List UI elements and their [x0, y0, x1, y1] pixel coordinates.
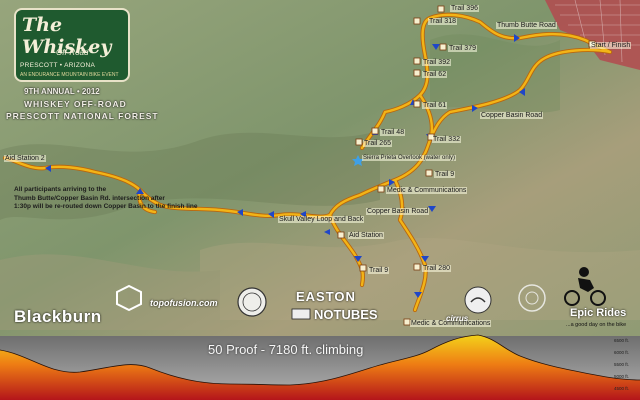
elevation-tick: 6000 ft. — [614, 350, 630, 355]
label-trail-48: Trail 48 — [380, 129, 406, 136]
elevation-tick: 6500 ft. — [614, 338, 630, 343]
sponsor-notubes: NOTUBES — [314, 307, 378, 322]
sponsor-easton: EASTON — [296, 289, 356, 304]
trail-marker — [377, 185, 385, 193]
trail-marker — [371, 127, 379, 135]
label-medic-communications-1: Medic & Communications — [386, 187, 468, 194]
label-trail-332: Trail 332 — [432, 136, 461, 143]
trail-marker — [413, 69, 421, 77]
notubes-badge — [291, 308, 311, 320]
label-skull-valley: Skull Valley Loop and Back — [278, 216, 365, 223]
label-start-finish: Start / Finish — [590, 42, 632, 49]
label-trail-379: Trail 379 — [448, 45, 477, 52]
label-copper-basin-road-2: Copper Basin Road — [366, 208, 430, 215]
sponsor-epic-rides: Epic Rides — [570, 307, 627, 319]
event-name: WHISKEY OFF-ROAD — [24, 99, 127, 109]
label-trail-392: Trail 392 — [422, 59, 451, 66]
logo-tagline: AN ENDURANCE MOUNTAIN BIKE EVENT — [20, 72, 119, 78]
sponsor-cirrus: cirrus — [446, 314, 469, 323]
label-aid-station: Aid Station — [348, 232, 384, 239]
label-trail-61: Trail 61 — [422, 102, 448, 109]
label-trail-265: Trail 265 — [363, 140, 392, 147]
cirrus-logo-icon — [464, 286, 492, 314]
reroute-note-line: All participants arriving to the — [14, 186, 107, 193]
label-copper-basin-road-1: Copper Basin Road — [480, 112, 544, 119]
trail-marker — [413, 263, 421, 271]
trail-marker — [413, 57, 421, 65]
trail-marker — [437, 5, 445, 13]
elevation-scale: 6500 ft. 6000 ft. 5500 ft. 5000 ft. 4500… — [614, 338, 640, 398]
label-trail-9: Trail 9 — [434, 171, 456, 178]
label-trail-396: Trail 396 — [450, 5, 479, 12]
elevation-tick: 5500 ft. — [614, 362, 630, 367]
trail-marker — [355, 138, 363, 146]
event-edition: 9TH ANNUAL • 2012 — [24, 87, 100, 96]
label-thumb-butte-road: Thumb Butte Road — [496, 22, 557, 29]
sponsor-topofusion: topofusion.com — [150, 298, 218, 308]
trail-marker — [359, 264, 367, 272]
reroute-note: All participants arriving to the Thumb B… — [14, 186, 234, 212]
elevation-tick: 5000 ft. — [614, 374, 630, 379]
reroute-note-line: 1:30p will be re-routed down Copper Basi… — [14, 203, 198, 210]
logo-subtitle: Off-Road — [56, 48, 89, 57]
label-trail-62: Trail 62 — [422, 71, 448, 78]
label-aid-station-2: Aid Station 2 — [4, 155, 46, 162]
sponsor-epic-tagline: ...a good day on the bike — [566, 322, 627, 328]
logo-location: PRESCOTT • ARIZONA — [20, 62, 96, 69]
whiskey-logo: The Whiskey Off-Road PRESCOTT • ARIZONA … — [14, 8, 130, 82]
elevation-tick: 4500 ft. — [614, 386, 630, 391]
label-sierra-prieta-overlook: Sierra Prieta Overlook (water only) — [362, 155, 457, 161]
trail-marker — [439, 43, 447, 51]
brewery-seal-icon — [237, 287, 267, 317]
sponsor-blackburn: Blackburn — [14, 307, 102, 326]
label-trail-280: Trail 280 — [422, 265, 451, 272]
label-trail-9-south: Trail 9 — [368, 267, 390, 274]
trail-marker — [413, 100, 421, 108]
trail-marker — [337, 231, 345, 239]
label-trail-318: Trail 318 — [428, 18, 457, 25]
profile-title: 50 Proof - 7180 ft. climbing — [208, 342, 364, 357]
event-location: PRESCOTT NATIONAL FOREST — [6, 111, 159, 121]
trail-marker — [413, 17, 421, 25]
trail-marker — [425, 169, 433, 177]
reroute-note-line: Thumb Butte/Copper Basin Rd. intersectio… — [14, 194, 165, 202]
